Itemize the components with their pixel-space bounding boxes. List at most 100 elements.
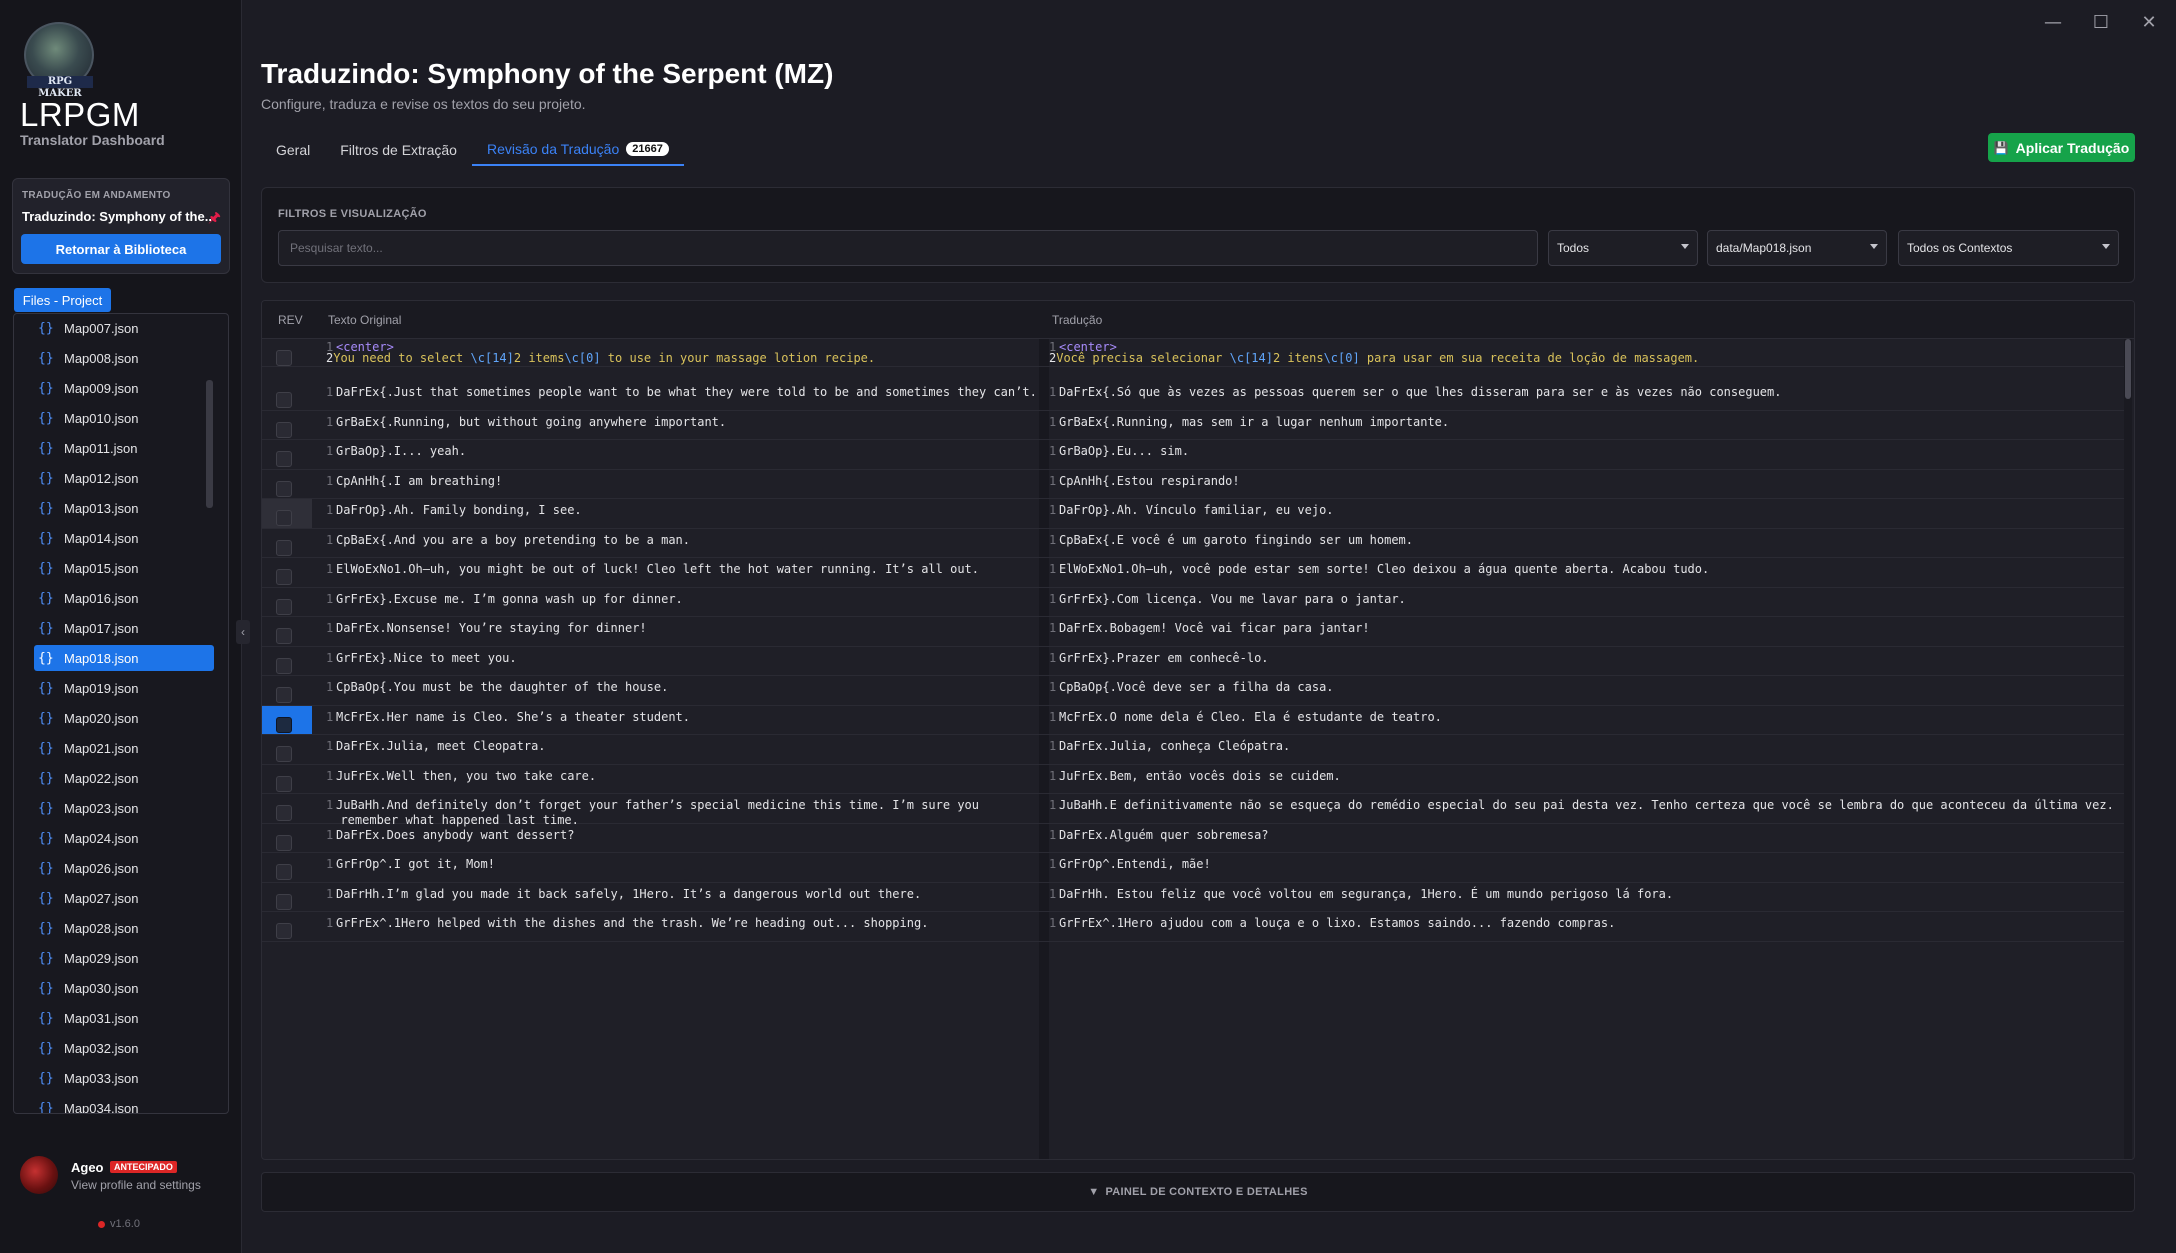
review-checkbox[interactable] bbox=[276, 864, 292, 880]
review-checkbox[interactable] bbox=[276, 687, 292, 703]
review-checkbox[interactable] bbox=[276, 569, 292, 585]
avatar[interactable] bbox=[20, 1156, 58, 1194]
file-item[interactable]: {} Map022.json bbox=[34, 765, 214, 791]
file-item[interactable]: {} Map024.json bbox=[34, 825, 214, 851]
minimize-icon[interactable]: — bbox=[2038, 8, 2068, 36]
table-row[interactable]: 1 GrFrEx}.Excuse me. I’m gonna wash up fo… bbox=[262, 588, 2124, 617]
profile-settings-link[interactable]: View profile and settings bbox=[71, 1178, 201, 1192]
translation-text-cell[interactable]: 1 DaFrEx.Bobagem! Você vai ficar para jan… bbox=[1049, 621, 2119, 636]
table-row[interactable]: 1 JuFrEx.Well then, you two take care. 1 Ju… bbox=[262, 765, 2124, 794]
apply-translation-button[interactable]: 💾 Aplicar Tradução bbox=[1988, 133, 2135, 162]
translation-text-cell[interactable]: 1 GrFrOp^.Entendi, mãe! bbox=[1049, 857, 2119, 872]
table-row[interactable]: 1 GrFrEx}.Nice to meet you. 1 GrFrEx}.Praze… bbox=[262, 647, 2124, 676]
review-checkbox[interactable] bbox=[276, 834, 292, 851]
translation-text-cell[interactable]: 1 DaFrOp}.Ah. Vínculo familiar, eu vejo. bbox=[1049, 503, 2119, 518]
file-item[interactable]: {} Map008.json bbox=[34, 345, 214, 371]
grid-scroll-thumb[interactable] bbox=[2125, 339, 2131, 399]
file-item[interactable]: {} Map033.json bbox=[34, 1065, 214, 1091]
review-checkbox[interactable] bbox=[276, 893, 292, 910]
file-item[interactable]: {} Map034.json bbox=[34, 1095, 214, 1114]
translation-text-cell[interactable]: 1 GrBaEx{.Running, mas sem ir a lugar nen… bbox=[1049, 415, 2119, 430]
review-checkbox[interactable] bbox=[276, 421, 292, 438]
review-checkbox[interactable] bbox=[276, 598, 292, 615]
original-text-cell[interactable]: 1 <center> 2You need to select \c[14]2 it… bbox=[326, 341, 998, 364]
grid-scrollbar[interactable] bbox=[2124, 339, 2132, 1159]
file-item[interactable]: {} Map016.json bbox=[34, 585, 214, 611]
file-item[interactable]: {} Map031.json bbox=[34, 1005, 214, 1031]
rev-cell[interactable] bbox=[262, 558, 312, 587]
original-text-cell[interactable]: 1 ElWoExNo1.Oh—uh, you might be out of lu… bbox=[326, 562, 998, 577]
file-item[interactable]: {} Map007.json bbox=[34, 315, 214, 341]
rev-cell[interactable] bbox=[262, 676, 312, 705]
review-checkbox[interactable] bbox=[276, 392, 292, 408]
translation-text-cell[interactable]: 1 DaFrEx.Julia, conheça Cleópatra. bbox=[1049, 739, 2119, 754]
file-list[interactable]: {} Map007.json {} Map008.json {} Map009.json {… bbox=[13, 313, 229, 1114]
original-text-cell[interactable]: 1 GrBaOp}.I... yeah. bbox=[326, 444, 998, 459]
table-row[interactable]: 1 GrBaOp}.I... yeah. 1 GrBaOp}.Eu... sim. bbox=[262, 440, 2124, 470]
original-text-cell[interactable]: 1 DaFrHh.I’m glad you made it back safely… bbox=[326, 887, 998, 902]
back-to-library-button[interactable]: Retornar à Biblioteca bbox=[21, 234, 221, 264]
files-project-tab[interactable]: Files - Project bbox=[14, 288, 111, 312]
original-text-cell[interactable]: 1 GrFrEx}.Nice to meet you. bbox=[326, 651, 998, 666]
rev-cell[interactable] bbox=[262, 765, 312, 794]
review-checkbox[interactable] bbox=[276, 746, 292, 762]
rev-cell[interactable] bbox=[262, 339, 312, 366]
file-item[interactable]: {} Map023.json bbox=[34, 795, 214, 821]
table-row[interactable]: 1 CpBaOp{.You must be the daughter of the… bbox=[262, 676, 2124, 706]
tab-geral[interactable]: Geral bbox=[261, 134, 325, 166]
table-row[interactable]: 1 CpBaEx{.And you are a boy pretending to… bbox=[262, 529, 2124, 558]
rev-cell[interactable] bbox=[262, 883, 312, 912]
table-row[interactable]: 1 DaFrEx.Does anybody want dessert? 1 DaFrE… bbox=[262, 824, 2124, 853]
table-row[interactable]: 1 DaFrHh.I’m glad you made it back safely… bbox=[262, 883, 2124, 912]
translation-text-cell[interactable]: 1 GrFrEx}.Prazer em conhecê-lo. bbox=[1049, 651, 2119, 666]
review-checkbox[interactable] bbox=[276, 775, 292, 792]
file-item[interactable]: {} Map018.json bbox=[34, 645, 214, 671]
status-select[interactable]: Todos bbox=[1548, 230, 1698, 266]
rev-cell[interactable] bbox=[262, 411, 312, 440]
file-item[interactable]: {} Map030.json bbox=[34, 975, 214, 1001]
file-select[interactable]: data/Map018.json bbox=[1707, 230, 1887, 266]
translation-text-cell[interactable]: 1 DaFrEx.Alguém quer sobremesa? bbox=[1049, 828, 2119, 843]
translation-text-cell[interactable]: 1 CpAnHh{.Estou respirando! bbox=[1049, 474, 2119, 489]
rev-cell[interactable] bbox=[262, 440, 312, 469]
rev-cell[interactable] bbox=[262, 705, 312, 734]
original-text-cell[interactable]: 1 DaFrEx.Does anybody want dessert? bbox=[326, 828, 998, 843]
review-checkbox[interactable] bbox=[276, 923, 292, 939]
translation-text-cell[interactable]: 1 CpBaOp{.Você deve ser a filha da casa. bbox=[1049, 680, 2119, 695]
file-item[interactable]: {} Map027.json bbox=[34, 885, 214, 911]
translation-text-cell[interactable]: 1 JuFrEx.Bem, então vocês dois se cuidem. bbox=[1049, 769, 2119, 784]
file-item[interactable]: {} Map019.json bbox=[34, 675, 214, 701]
table-row[interactable]: 1 GrFrOp^.I got it, Mom! 1 GrFrOp^.Entendi,… bbox=[262, 853, 2124, 883]
file-item[interactable]: {} Map020.json bbox=[34, 705, 214, 731]
review-checkbox[interactable] bbox=[276, 628, 292, 644]
original-text-cell[interactable]: 1 DaFrEx.Nonsense! You’re staying for din… bbox=[326, 621, 998, 636]
rev-cell[interactable] bbox=[262, 381, 312, 410]
review-checkbox[interactable] bbox=[276, 657, 292, 674]
original-text-cell[interactable]: 1 DaFrEx.Julia, meet Cleopatra. bbox=[326, 739, 998, 754]
original-text-cell[interactable]: 1 GrFrEx}.Excuse me. I’m gonna wash up fo… bbox=[326, 592, 998, 607]
original-text-cell[interactable]: 1 CpBaEx{.And you are a boy pretending to… bbox=[326, 533, 998, 548]
rev-cell[interactable] bbox=[262, 529, 312, 558]
file-list-scrollbar[interactable] bbox=[206, 380, 213, 508]
file-item[interactable]: {} Map026.json bbox=[34, 855, 214, 881]
translation-text-cell[interactable]: 1 ElWoExNo1.Oh—uh, você pode estar sem so… bbox=[1049, 562, 2119, 577]
rev-cell[interactable] bbox=[262, 853, 312, 882]
translation-text-cell[interactable]: 1 <center> 2Você precisa selecionar \c[14… bbox=[1049, 341, 2119, 364]
file-item[interactable]: {} Map029.json bbox=[34, 945, 214, 971]
file-item[interactable]: {} Map011.json bbox=[34, 435, 214, 461]
review-checkbox[interactable] bbox=[276, 510, 292, 526]
maximize-icon[interactable]: ☐ bbox=[2086, 8, 2116, 36]
translation-text-cell[interactable]: 1 CpBaEx{.E você é um garoto fingindo ser… bbox=[1049, 533, 2119, 548]
original-text-cell[interactable]: 1 GrFrOp^.I got it, Mom! bbox=[326, 857, 998, 872]
original-text-cell[interactable]: 1 GrBaEx{.Running, but without going anyw… bbox=[326, 415, 998, 430]
file-item[interactable]: {} Map009.json bbox=[34, 375, 214, 401]
file-item[interactable]: {} Map028.json bbox=[34, 915, 214, 941]
translation-text-cell[interactable]: 1 GrFrEx}.Com licença. Vou me lavar para … bbox=[1049, 592, 2119, 607]
review-checkbox[interactable] bbox=[276, 539, 292, 556]
rev-cell[interactable] bbox=[262, 647, 312, 676]
review-checkbox[interactable] bbox=[276, 451, 292, 467]
original-text-cell[interactable]: 1 McFrEx.Her name is Cleo. She’s a theate… bbox=[326, 710, 998, 725]
pin-icon[interactable]: 🖈 bbox=[208, 207, 221, 231]
original-text-cell[interactable]: 1 CpBaOp{.You must be the daughter of the… bbox=[326, 680, 998, 695]
table-row[interactable]: 1 McFrEx.Her name is Cleo. She’s a theate… bbox=[262, 705, 2124, 735]
